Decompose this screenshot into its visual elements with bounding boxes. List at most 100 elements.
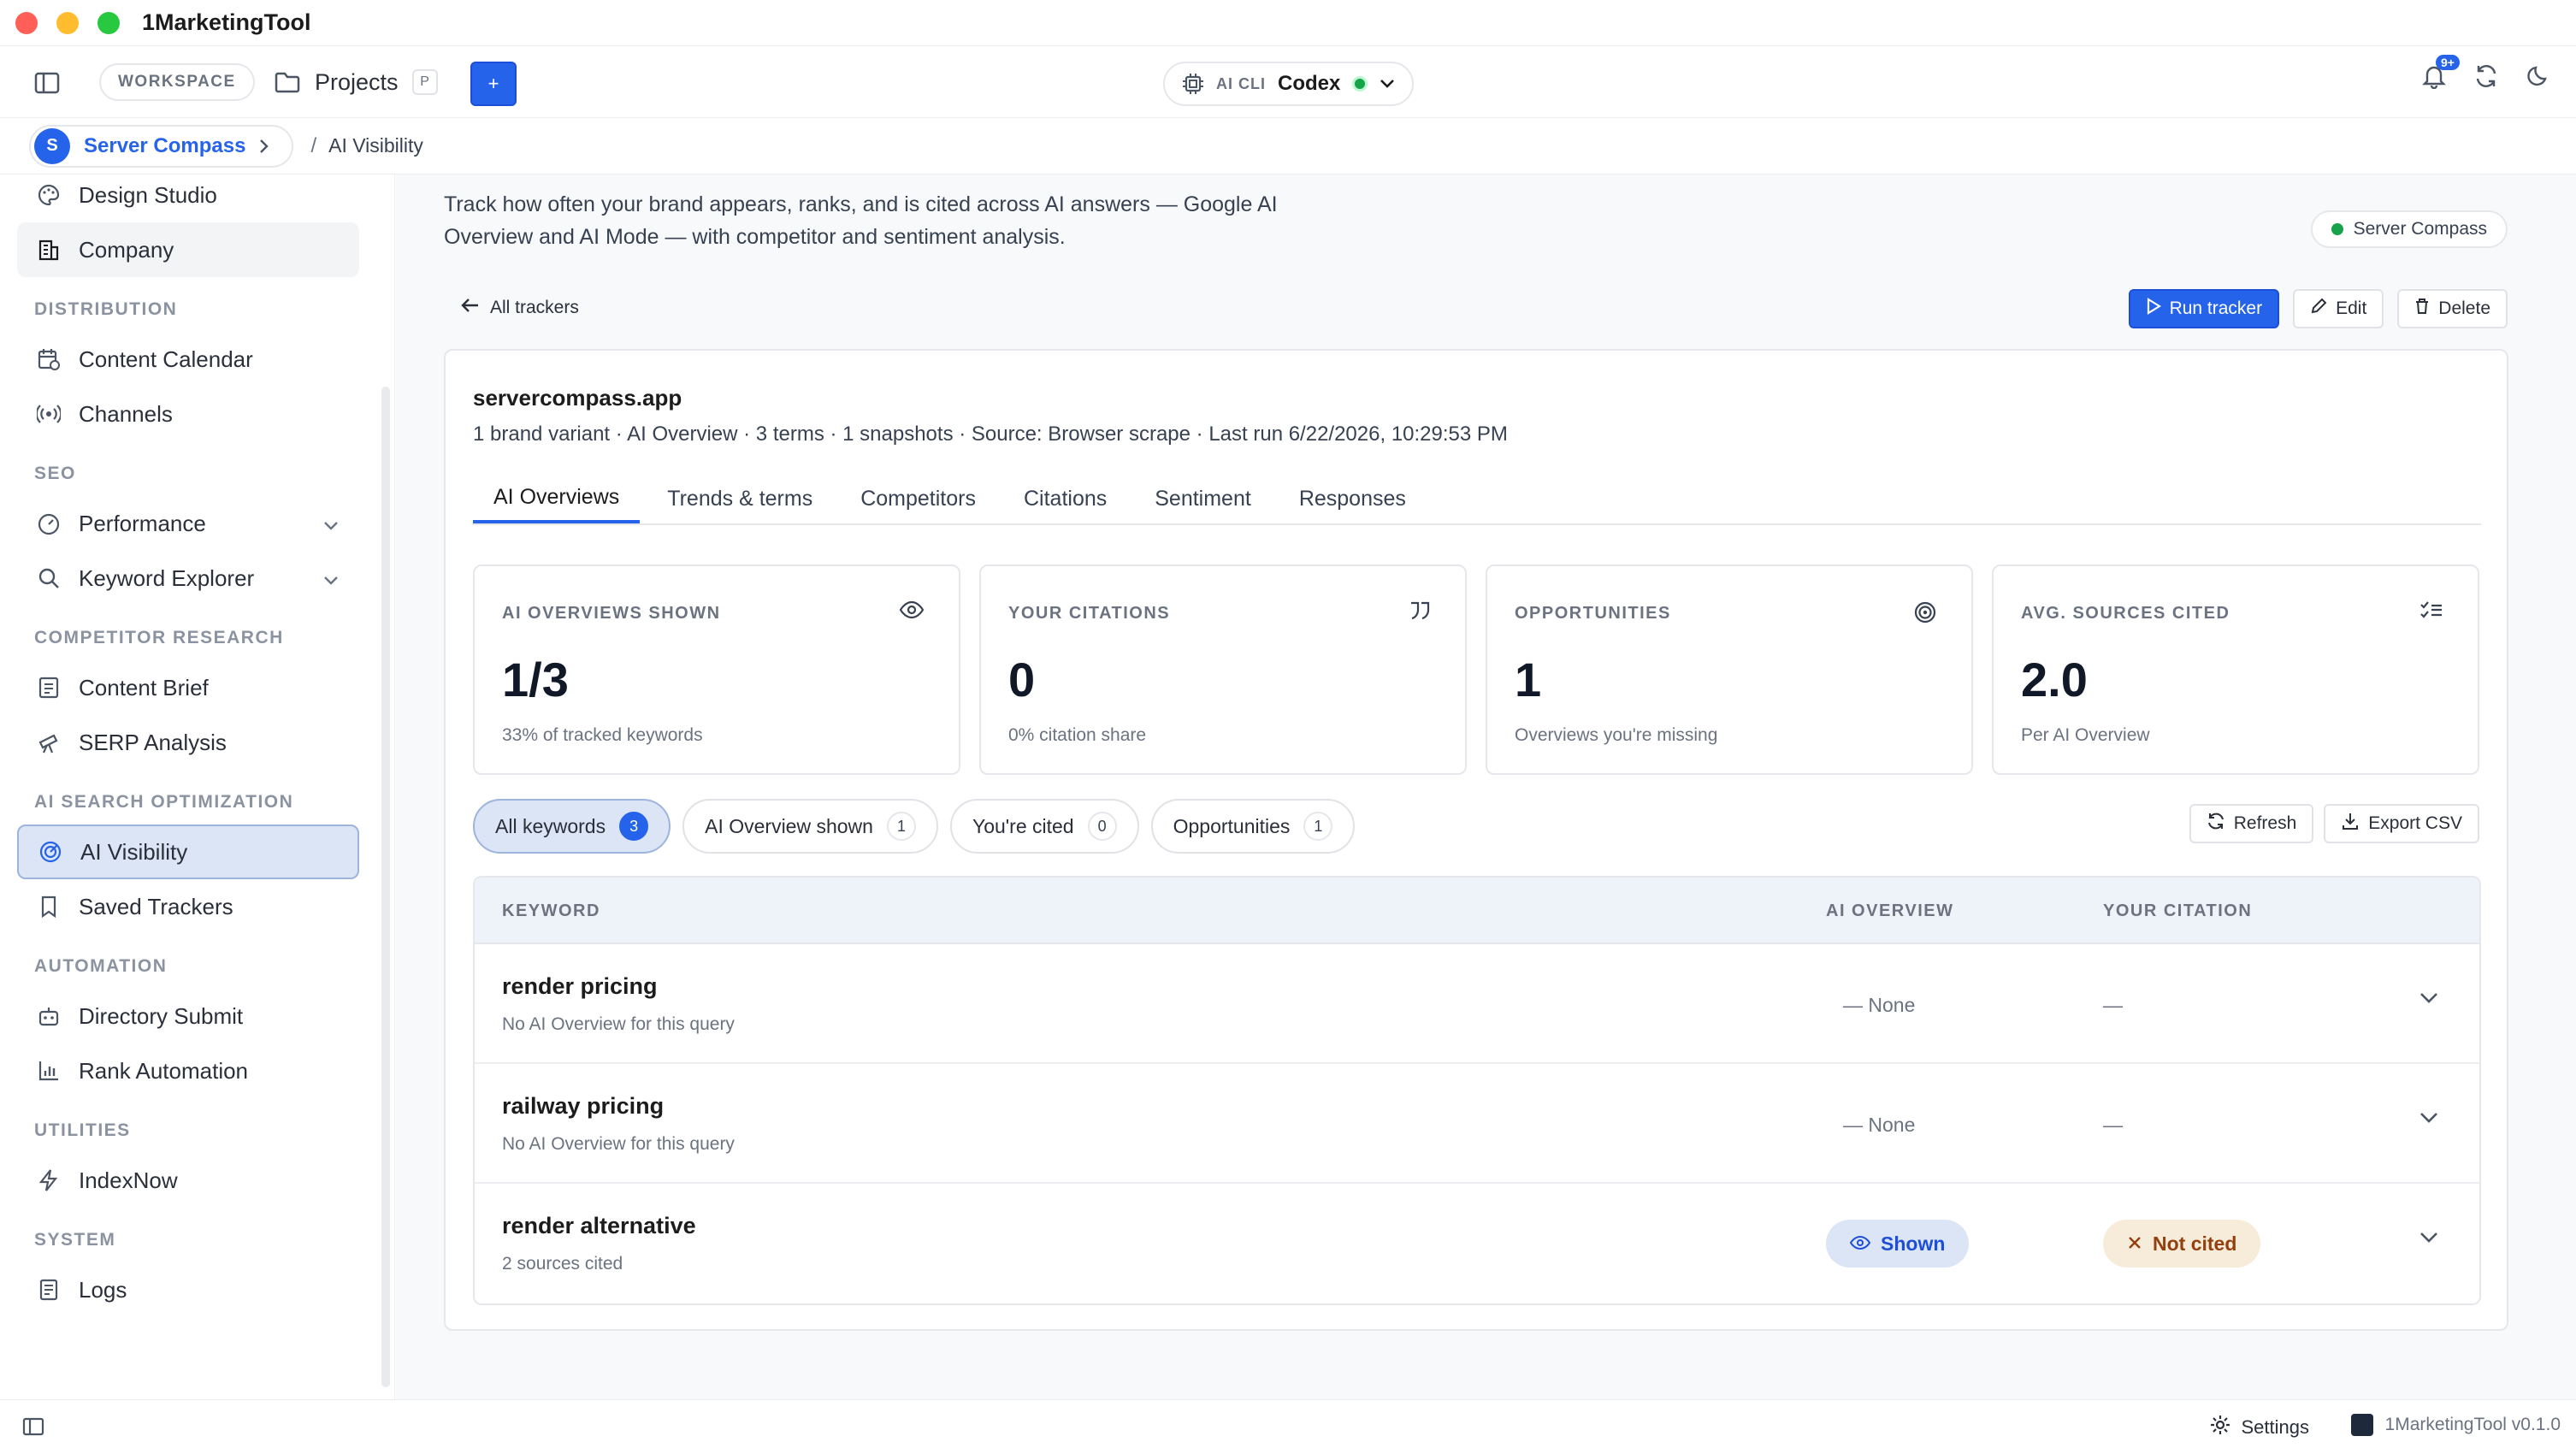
stat-card: AVG. SOURCES CITED 2.0 Per AI Overview [1992,564,2479,775]
sidebar-scrollbar[interactable] [381,387,390,1387]
tab-citations[interactable]: Citations [1003,474,1127,523]
keyword-text: render pricing [502,973,658,999]
sidebar-toggle-icon[interactable] [32,68,62,98]
refresh-button[interactable]: Refresh [2189,804,2314,843]
project-chip: Server Compass [2310,210,2508,248]
stat-label: OPPORTUNITIES [1515,604,1671,623]
sidebar-item-serp-analysis[interactable]: SERP Analysis [17,715,359,770]
radar-icon [38,839,63,865]
breadcrumb: S Server Compass / AI Visibility [0,118,2576,174]
ai-cli-selector[interactable]: AI CLI Codex [1163,62,1415,106]
sidebar-item-label: Company [79,236,174,263]
chevron-down-icon [323,565,339,592]
sidebar-item-performance[interactable]: Performance [17,496,359,551]
sidebar-item-label: Saved Trackers [79,893,233,919]
keyword-subtext: No AI Overview for this query [502,1134,735,1154]
eye-icon [1849,1232,1871,1256]
table-header: KEYWORD AI OVERVIEW YOUR CITATION [475,878,2479,944]
stat-sub: 33% of tracked keywords [502,725,703,745]
keyword-subtext: 2 sources cited [502,1254,623,1274]
workspace-badge[interactable]: WORKSPACE [99,63,255,101]
sidebar-item-logs[interactable]: Logs [17,1262,359,1317]
sidebar-item-design-studio[interactable]: Design Studio [17,174,359,222]
project-switcher[interactable]: S Server Compass [29,124,294,168]
filter-all-keywords[interactable]: All keywords 3 [473,799,671,854]
app-title: 1MarketingTool [142,9,311,35]
ai-overview-status: Shown [1881,1232,1946,1255]
settings-button[interactable]: Settings [2209,1414,2310,1441]
status-badge: Not cited [2103,1220,2261,1268]
sidebar-section-title: DISTRIBUTION [34,299,178,319]
notifications-button[interactable]: 9+ [2422,55,2460,89]
chevron-right-icon [259,139,269,154]
sidebar: Design Studio Company DISTRIBUTION Conte… [0,174,395,1399]
filter-count: 3 [619,812,649,841]
tab-sentiment[interactable]: Sentiment [1134,474,1272,523]
tab-responses[interactable]: Responses [1279,474,1427,523]
quote-icon [1409,600,1431,625]
sidebar-item-channels[interactable]: Channels [17,387,359,441]
export-csv-button[interactable]: Export CSV [2324,804,2479,843]
sidebar-item-label: Performance [79,510,206,536]
add-project-button[interactable]: + [470,62,517,106]
notification-count-badge: 9+ [2436,55,2460,70]
chevron-down-icon [323,511,339,537]
sidebar-item-saved-trackers[interactable]: Saved Trackers [17,879,359,934]
sidebar-item-indexnow[interactable]: IndexNow [17,1153,359,1208]
eye-icon [899,600,925,624]
moon-icon[interactable] [2526,64,2550,88]
chevron-down-icon[interactable] [2419,1112,2438,1128]
tab-ai-overviews[interactable]: AI Overviews [473,474,641,523]
refresh-icon[interactable] [2473,63,2499,89]
delete-button[interactable]: Delete [2397,289,2508,328]
stat-label: YOUR CITATIONS [1008,604,1171,623]
search-icon [36,565,62,591]
table-row[interactable]: render alternative 2 sources cited Shown… [475,1184,2479,1303]
page-description: Track how often your brand appears, rank… [444,192,1278,249]
column-header-keyword[interactable]: KEYWORD [502,901,600,921]
folder-icon [274,71,301,93]
export-label: Export CSV [2368,813,2462,833]
minimize-window-button[interactable] [56,11,79,34]
ai-cli-value: Codex [1278,72,1341,95]
tab-bar: AI Overviews Trends & terms Competitors … [473,474,2481,525]
sidebar-item-content-calendar[interactable]: Content Calendar [17,332,359,387]
sidebar-item-directory-submit[interactable]: Directory Submit [17,989,359,1043]
table-row[interactable]: railway pricing No AI Overview for this … [475,1064,2479,1184]
citation-status: — [2103,994,2123,1016]
sidebar-item-ai-visibility[interactable]: AI Visibility [17,825,359,879]
sidebar-item-content-brief[interactable]: Content Brief [17,660,359,715]
filter-opportunities[interactable]: Opportunities 1 [1150,799,1356,854]
refresh-label: Refresh [2233,813,2297,833]
close-window-button[interactable] [15,11,38,34]
settings-label: Settings [2241,1416,2310,1438]
stat-value: 2.0 [2021,653,2088,706]
edit-button[interactable]: Edit [2293,289,2384,328]
chevron-down-icon[interactable] [2419,992,2438,1008]
tab-trends-terms[interactable]: Trends & terms [647,474,833,523]
run-tracker-button[interactable]: Run tracker [2128,289,2280,328]
sidebar-section-title: UTILITIES [34,1120,131,1140]
delete-label: Delete [2438,298,2490,318]
sidebar-item-company[interactable]: Company [17,222,359,277]
filter-ai-overview-shown[interactable]: AI Overview shown 1 [682,799,938,854]
maximize-window-button[interactable] [97,11,120,34]
breadcrumb-separator: / [310,133,317,157]
filter-youre-cited[interactable]: You're cited 0 [949,799,1139,854]
sidebar-item-keyword-explorer[interactable]: Keyword Explorer [17,551,359,606]
sidebar-item-rank-automation[interactable]: Rank Automation [17,1043,359,1098]
citation-status: — [2103,1114,2123,1136]
projects-menu[interactable]: Projects P [274,63,438,101]
sidebar-item-label: IndexNow [79,1167,178,1193]
filter-label: AI Overview shown [705,814,873,837]
column-header-your-citation[interactable]: YOUR CITATION [2103,901,2252,921]
table-row[interactable]: render pricing No AI Overview for this q… [475,944,2479,1064]
filter-label: Opportunities [1173,814,1291,837]
panel-toggle-icon[interactable] [22,1417,44,1440]
tab-competitors[interactable]: Competitors [840,474,996,523]
chevron-down-icon[interactable] [2419,1232,2438,1248]
pencil-icon [2310,298,2327,320]
back-to-trackers-link[interactable]: All trackers [461,298,579,318]
keyword-text: render alternative [502,1213,696,1238]
column-header-ai-overview[interactable]: AI OVERVIEW [1826,901,1954,921]
